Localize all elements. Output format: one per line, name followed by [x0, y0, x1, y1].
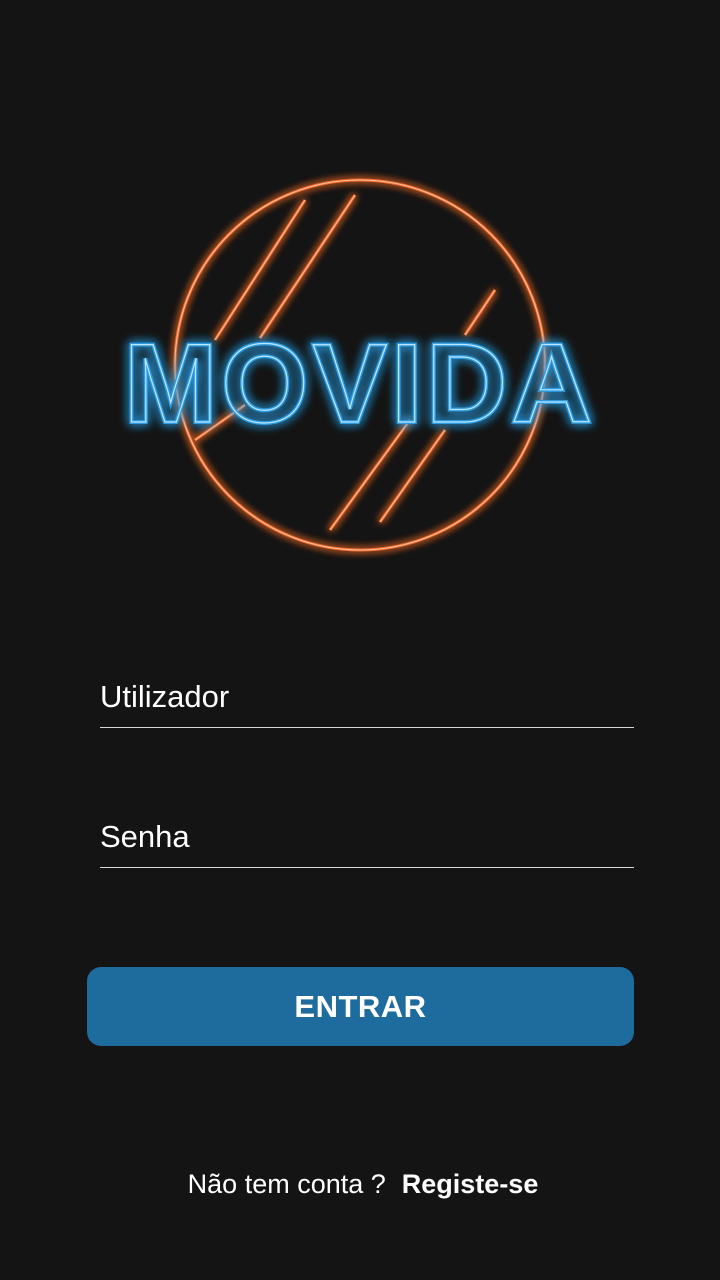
- signup-prompt-text: Não tem conta ?: [187, 1168, 386, 1199]
- login-button[interactable]: ENTRAR: [87, 967, 634, 1046]
- password-input[interactable]: [100, 814, 634, 868]
- movida-neon-logo: MOVIDA MOVIDA: [110, 150, 610, 580]
- logo-wordmark-highlight: MOVIDA: [124, 321, 596, 446]
- username-input[interactable]: [100, 674, 634, 728]
- username-field: [100, 674, 634, 730]
- register-link[interactable]: Registe-se: [402, 1169, 539, 1200]
- login-screen: MOVIDA MOVIDA ENTRAR Não tem conta ? Reg…: [0, 0, 720, 1280]
- signup-row: Não tem conta ? Registe-se: [0, 1164, 720, 1204]
- password-field: [100, 814, 634, 870]
- neon-logo-graphic: MOVIDA MOVIDA: [122, 178, 596, 552]
